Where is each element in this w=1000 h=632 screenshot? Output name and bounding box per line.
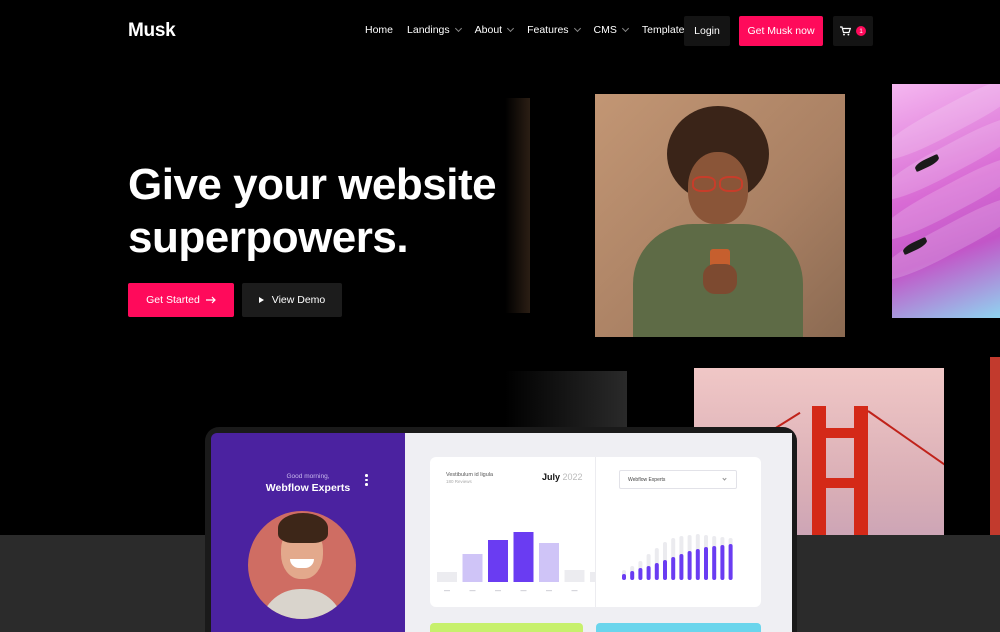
- chart-bar: [564, 570, 585, 582]
- profile-name: Webflow Experts: [265, 482, 351, 494]
- arrow-right-icon: [205, 296, 216, 304]
- chart-bar: [704, 547, 708, 580]
- avatar: [248, 511, 356, 619]
- nav-item-about[interactable]: About: [474, 24, 515, 36]
- chart-bar: [663, 560, 667, 580]
- nav-item-label: Template: [641, 24, 685, 36]
- brand-logo[interactable]: Musk: [128, 20, 176, 42]
- chevron-down-icon: [621, 24, 629, 33]
- get-started-button[interactable]: Get Started: [128, 283, 234, 317]
- expert-select[interactable]: Webflow Experts: [619, 470, 737, 489]
- nav-item-cms[interactable]: CMS: [593, 24, 629, 36]
- nav-item-label: Landings: [407, 24, 450, 36]
- nav-item-features[interactable]: Features: [527, 24, 581, 36]
- image-tile-dark: [505, 371, 627, 431]
- cart-icon: [840, 26, 851, 36]
- nav-item-label: Features: [527, 24, 569, 36]
- chart-bar: [539, 543, 559, 582]
- chevron-down-icon: [454, 24, 462, 33]
- chart-bar: [437, 572, 457, 582]
- chart-tick: [520, 590, 527, 592]
- get-musk-button[interactable]: Get Musk now: [739, 16, 823, 46]
- chart-bar: [646, 566, 651, 580]
- chevron-down-icon: [722, 476, 727, 481]
- hand-shape: [703, 264, 737, 294]
- chart-tick: [546, 590, 552, 592]
- chart-tick: [469, 590, 476, 592]
- section-background: [0, 535, 205, 632]
- select-value: Webflow Experts: [628, 476, 666, 483]
- chart-bar: [728, 544, 733, 580]
- view-demo-button[interactable]: View Demo: [242, 283, 342, 317]
- hero-title-line-1: Give your website: [128, 160, 497, 209]
- hair-shape: [278, 513, 328, 543]
- cart-button[interactable]: 1: [833, 16, 873, 46]
- nav-item-label: About: [474, 24, 503, 36]
- lollipop-chart: [622, 534, 733, 580]
- nav-item-home[interactable]: Home: [365, 24, 393, 36]
- green-card: [430, 623, 583, 632]
- cart-count-badge: 1: [856, 26, 866, 36]
- get-started-label: Get Started: [146, 294, 200, 306]
- chart-bar: [654, 563, 659, 580]
- view-demo-label: View Demo: [271, 294, 326, 306]
- bridge-cable-shape: [867, 410, 944, 475]
- blue-card: [596, 623, 761, 632]
- nav-item-label: Home: [365, 24, 394, 36]
- bar-chart: [437, 532, 595, 592]
- chart-bar: [679, 554, 684, 580]
- greeting-text: Good morning,: [286, 473, 330, 480]
- chart-bar: [687, 551, 692, 580]
- month-name: July: [542, 472, 561, 482]
- image-tile-faded: [505, 98, 530, 313]
- bridge-beam-shape: [812, 428, 868, 438]
- bridge-beam-shape: [812, 478, 868, 488]
- chart-tick: [571, 590, 578, 592]
- play-icon: [258, 297, 264, 303]
- chevron-down-icon: [507, 24, 515, 33]
- hero-title: Give your website superpowers.: [128, 158, 558, 264]
- card-subtitle: 180 Reviews: [446, 479, 472, 484]
- month-label: July 2022: [542, 472, 583, 482]
- year-value: 2022: [562, 472, 583, 482]
- chart-bar: [622, 574, 626, 580]
- section-background: [797, 535, 1000, 632]
- chart-bar: [590, 572, 595, 582]
- chart-bar: [638, 568, 643, 580]
- chart-bar: [695, 549, 700, 580]
- image-tile-woman-phone: [595, 94, 845, 337]
- nav-item-landings[interactable]: Landings: [407, 24, 462, 36]
- chart-bar: [630, 571, 635, 580]
- chart-bar: [488, 540, 508, 582]
- main-nav: Home Landings About Features CMS Templat…: [365, 24, 709, 36]
- chart-bar: [720, 545, 725, 580]
- chart-bar: [712, 546, 717, 580]
- card-title: Vestibulum id ligula: [446, 472, 494, 478]
- chart-bar: [513, 532, 534, 582]
- chart-tick: [495, 590, 501, 592]
- chevron-down-icon: [573, 24, 581, 33]
- shirt-shape: [260, 589, 344, 619]
- hero-title-line-2: superpowers.: [128, 213, 409, 262]
- image-tile-edge: [990, 357, 1000, 537]
- dashboard-profile-panel: Good morning, Webflow Experts: [211, 433, 405, 632]
- nav-item-label: CMS: [593, 24, 617, 36]
- chart-tick: [444, 590, 450, 592]
- chart-bar: [462, 554, 483, 582]
- login-button[interactable]: Login: [684, 16, 730, 46]
- glasses-icon: [719, 176, 743, 192]
- more-options-icon[interactable]: [365, 474, 368, 486]
- glasses-icon: [692, 176, 716, 192]
- chart-bar: [671, 557, 676, 580]
- image-tile-pink-abstract: [892, 84, 1000, 318]
